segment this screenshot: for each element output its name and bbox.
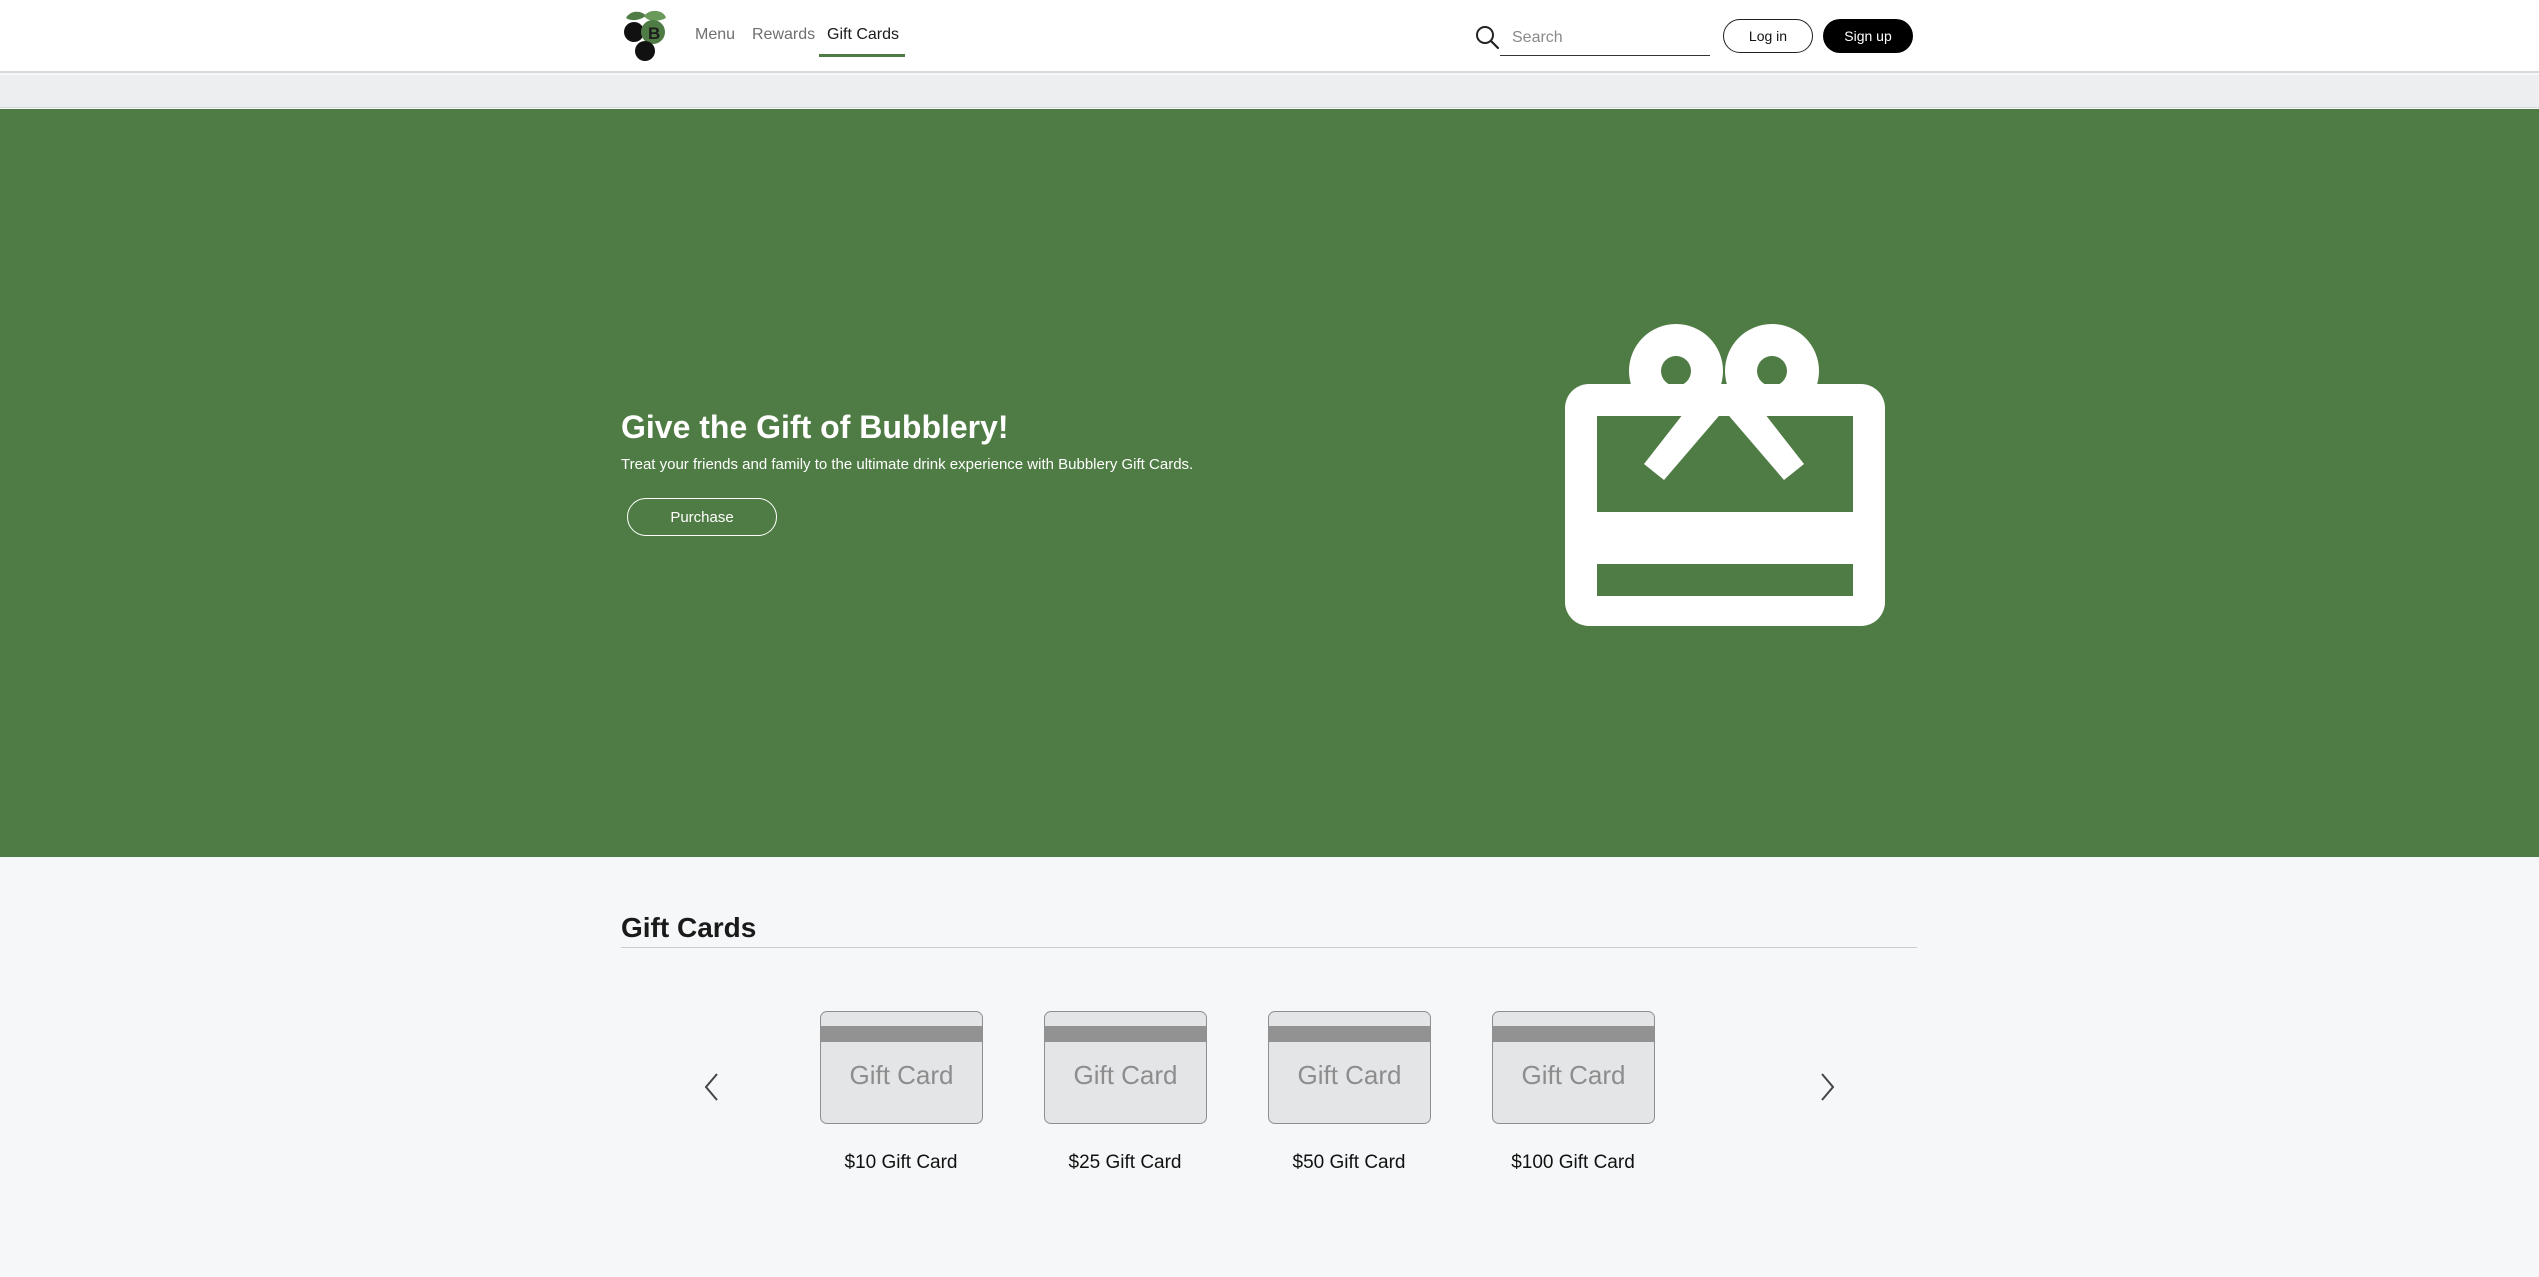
gift-card-25-label[interactable]: $25 Gift Card [1025,1152,1225,1174]
card-stripe [821,1026,982,1042]
section-divider [621,947,1917,948]
gift-card-icon [1565,324,1885,626]
gift-card-10-label[interactable]: $10 Gift Card [801,1152,1001,1174]
gift-card-100-label[interactable]: $100 Gift Card [1473,1152,1673,1174]
nav-gift-cards[interactable]: Gift Cards [827,24,899,46]
active-nav-indicator [819,54,905,57]
hero-banner: Give the Gift of Bubblery! Treat your fr… [0,109,2539,857]
card-stripe [1493,1026,1654,1042]
hero-title: Give the Gift of Bubblery! [621,409,1009,445]
card-image-text: Gift Card [849,1060,954,1090]
hero-subtitle: Treat your friends and family to the ult… [621,456,1194,473]
search-icon[interactable] [1474,24,1500,50]
site-header: B Menu Rewards Gift Cards Log in Sign up [0,0,2539,73]
card-stripe [1269,1026,1430,1042]
gift-card-25-image[interactable]: Gift Card [1044,1011,1207,1124]
gift-card-10-image[interactable]: Gift Card [820,1011,983,1124]
nav-rewards[interactable]: Rewards [752,24,815,46]
gift-card-100-image[interactable]: Gift Card [1492,1011,1655,1124]
bubblery-logo[interactable]: B [620,8,672,62]
nav-menu[interactable]: Menu [695,24,735,46]
gift-card-50-image[interactable]: Gift Card [1268,1011,1431,1124]
card-image-text: Gift Card [1297,1060,1402,1090]
svg-text:B: B [648,24,660,43]
gift-card-50-label[interactable]: $50 Gift Card [1249,1152,1449,1174]
search-input[interactable] [1500,20,1710,56]
login-button[interactable]: Log in [1723,19,1813,53]
purchase-button[interactable]: Purchase [627,498,777,536]
signup-button[interactable]: Sign up [1823,19,1913,53]
card-image-text: Gift Card [1073,1060,1178,1090]
gift-cards-section-title: Gift Cards [621,912,757,943]
chevron-right-icon[interactable] [1815,1071,1839,1103]
chevron-left-icon[interactable] [700,1071,724,1103]
header-divider-strip [0,75,2539,108]
card-stripe [1045,1026,1206,1042]
card-image-text: Gift Card [1521,1060,1626,1090]
